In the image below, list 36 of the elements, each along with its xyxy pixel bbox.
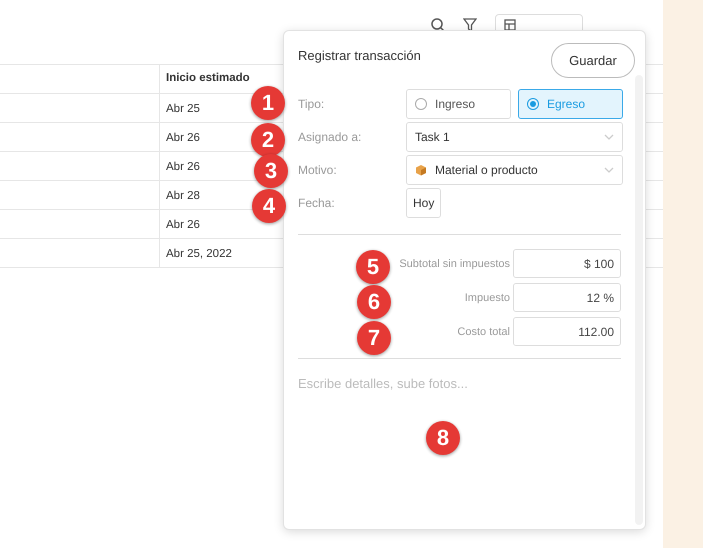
step-marker: 1 <box>251 86 285 120</box>
step-marker: 2 <box>251 123 285 157</box>
step-marker: 3 <box>254 154 288 188</box>
scrollbar[interactable] <box>635 75 643 525</box>
date-text: Abr 25 <box>166 103 200 115</box>
dialog-title: Registrar transacción <box>298 48 421 63</box>
field-label: Impuesto <box>464 292 510 304</box>
date-text: Abr 26 <box>166 219 200 231</box>
date-text: Abr 26 <box>166 132 200 144</box>
save-button[interactable]: Guardar <box>551 43 635 78</box>
box-icon <box>415 164 427 176</box>
radio-option[interactable]: Ingreso <box>406 89 511 119</box>
radio-icon <box>415 98 427 110</box>
amount-field[interactable]: 112.00 <box>513 317 621 346</box>
dropdown[interactable]: Task 1 <box>406 122 623 152</box>
amount-field[interactable]: $ 100 <box>513 249 621 278</box>
date-button[interactable]: Hoy <box>406 188 442 218</box>
field-label: Costo total <box>457 326 510 338</box>
step-marker: 4 <box>252 189 286 223</box>
column-header: Inicio estimado <box>165 71 251 86</box>
dropdown[interactable]: Material o producto <box>406 155 623 185</box>
filter-icon[interactable] <box>463 18 477 32</box>
date-text: Abr 26 <box>166 161 200 173</box>
field-label: Subtotal sin impuestos <box>399 258 510 270</box>
chevron-down-icon <box>604 167 614 173</box>
field-label: Motivo: <box>298 163 338 177</box>
search-icon[interactable] <box>431 18 445 32</box>
amount-field[interactable]: 12 % <box>513 283 621 312</box>
date-text: Abr 25, 2022 <box>166 248 232 260</box>
field-label: Tipo: <box>298 97 326 111</box>
radio-icon <box>527 98 539 110</box>
field-label: Fecha: <box>298 196 336 210</box>
chevron-down-icon <box>604 134 614 140</box>
date-text: Abr 28 <box>166 190 200 202</box>
field-label: Asignado a: <box>298 130 362 144</box>
grid-icon <box>504 19 516 31</box>
